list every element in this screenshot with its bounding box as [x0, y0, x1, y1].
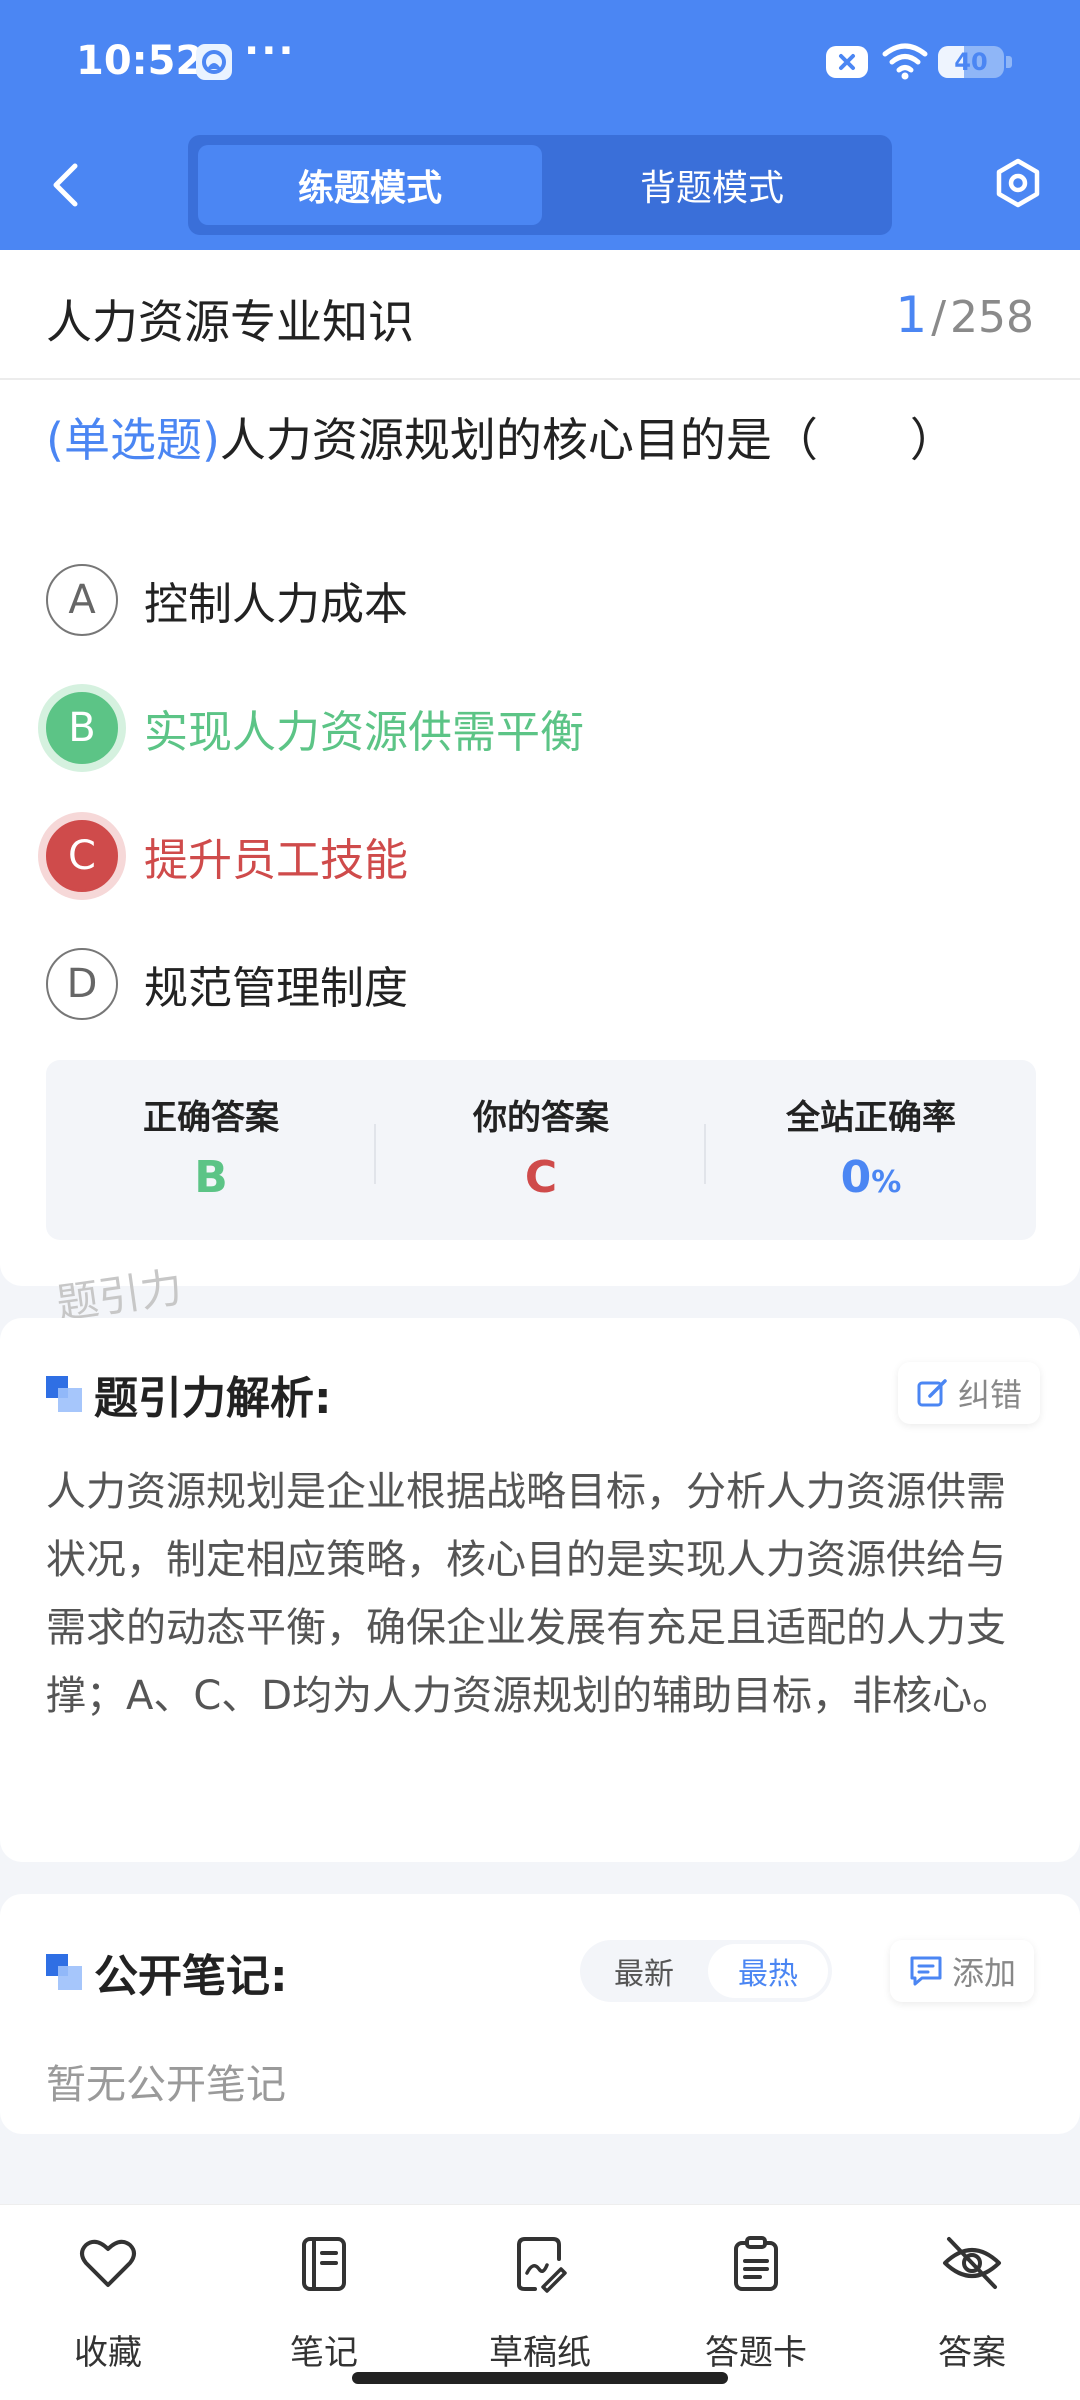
status-bar: 10:52 ··· 40	[0, 0, 1080, 125]
site-accuracy-col: 全站正确率 0%	[706, 1060, 1036, 1240]
option-label: 规范管理制度	[144, 963, 408, 1014]
notes-sort-toggle: 最新 最热	[580, 1940, 832, 2002]
your-answer-value: C	[524, 1152, 558, 1203]
app-root: 10:52 ··· 40 练题模式 背题模式 人力资源专业知识 1/258 (单…	[0, 0, 1080, 2400]
option-letter: B	[46, 692, 118, 764]
analysis-card: 题引力解析: 纠错 人力资源规划是企业根据战略目标，分析人力资源供需状况，制定相…	[0, 1318, 1080, 1862]
site-accuracy-value: 0%	[706, 1152, 1036, 1203]
home-indicator[interactable]	[352, 2372, 728, 2384]
heart-icon	[80, 2239, 136, 2287]
battery-level: 40	[954, 48, 988, 76]
option-letter: C	[46, 820, 118, 892]
eye-off-icon	[943, 2237, 1001, 2289]
wifi-icon	[882, 42, 928, 84]
no-sim-icon	[826, 46, 868, 78]
top-header: 10:52 ··· 40 练题模式 背题模式	[0, 0, 1080, 250]
answer-summary: 正确答案 B 你的答案 C 全站正确率 0%	[46, 1060, 1036, 1240]
status-time: 10:52	[76, 38, 204, 84]
total-questions: 258	[950, 292, 1034, 343]
accuracy-unit: %	[871, 1165, 902, 1200]
your-answer-label: 你的答案	[473, 1098, 609, 1138]
draft-paper-button[interactable]: 草稿纸	[440, 2229, 640, 2373]
battery-tip	[1006, 56, 1012, 68]
accuracy-number: 0	[840, 1152, 872, 1203]
correct-answer-col: 正确答案 B	[46, 1060, 376, 1240]
draft-paper-label: 草稿纸	[489, 2333, 591, 2373]
mode-switch: 练题模式 背题模式	[188, 135, 892, 235]
answer-card-button[interactable]: 答题卡	[656, 2229, 856, 2373]
section-icon	[46, 1954, 82, 1990]
edit-icon	[917, 1379, 947, 1407]
subject-title: 人力资源专业知识	[46, 295, 414, 349]
option-letter: D	[46, 948, 118, 1020]
notebook-icon	[302, 2237, 346, 2291]
current-question-number: 1	[895, 286, 928, 344]
question-card: 人力资源专业知识 1/258 (单选题)人力资源规划的核心目的是（ ） A 控制…	[0, 250, 1080, 1286]
correct-answer-label: 正确答案	[143, 1098, 279, 1138]
option-letter: A	[46, 564, 118, 636]
tab-memorize-mode[interactable]: 背题模式	[540, 145, 884, 225]
tab-practice-mode[interactable]: 练题模式	[198, 145, 542, 225]
battery-icon: 40	[938, 46, 1004, 78]
sort-hot-button[interactable]: 最热	[708, 1944, 828, 1998]
empty-notes-text: 暂无公开笔记	[46, 2062, 286, 2108]
question-type: (单选题)	[46, 413, 220, 467]
question-stem: 人力资源规划的核心目的是（ ）	[219, 413, 956, 467]
note-label: 笔记	[290, 2333, 358, 2373]
clipboard-icon	[734, 2236, 778, 2291]
correct-answer-value: B	[194, 1152, 228, 1203]
favorite-label: 收藏	[74, 2333, 142, 2373]
question-progress: 1/258	[895, 286, 1034, 344]
progress-separator: /	[931, 292, 947, 343]
report-error-label: 纠错	[958, 1376, 1023, 1414]
comment-icon	[910, 1956, 942, 1986]
notes-title: 公开笔记:	[94, 1951, 288, 2002]
option-label: 提升员工技能	[144, 835, 408, 886]
answer-label: 答案	[938, 2333, 1006, 2373]
option-a[interactable]: A 控制人力成本	[46, 562, 946, 638]
option-label: 实现人力资源供需平衡	[144, 707, 584, 758]
settings-button[interactable]	[990, 155, 1046, 211]
more-notifications-icon: ···	[244, 28, 296, 74]
add-note-label: 添加	[952, 1954, 1017, 1992]
option-b[interactable]: B 实现人力资源供需平衡	[46, 690, 946, 766]
option-d[interactable]: D 规范管理制度	[46, 946, 946, 1022]
section-icon	[46, 1376, 82, 1412]
app-notification-icon	[196, 44, 232, 80]
site-accuracy-label: 全站正确率	[786, 1098, 956, 1138]
report-error-button[interactable]: 纠错	[898, 1362, 1041, 1424]
draft-paper-icon	[517, 2237, 567, 2293]
your-answer-col: 你的答案 C	[376, 1060, 706, 1240]
option-c[interactable]: C 提升员工技能	[46, 818, 946, 894]
settings-icon	[996, 158, 1040, 208]
note-button[interactable]: 笔记	[224, 2229, 424, 2373]
public-notes-card: 公开笔记: 最新 最热 添加 暂无公开笔记	[0, 1894, 1080, 2134]
answer-card-label: 答题卡	[705, 2333, 807, 2373]
sort-latest-button[interactable]: 最新	[584, 1944, 704, 1998]
chevron-left-icon	[53, 163, 78, 207]
question-text: (单选题)人力资源规划的核心目的是（ ）	[46, 408, 1046, 472]
answer-button[interactable]: 答案	[872, 2229, 1072, 2373]
analysis-title: 题引力解析:	[94, 1373, 332, 1424]
favorite-button[interactable]: 收藏	[8, 2229, 208, 2373]
subject-row: 人力资源专业知识 1/258	[0, 250, 1080, 380]
bottom-toolbar: 收藏 笔记 草稿纸 答题卡 答案	[0, 2204, 1080, 2400]
back-button[interactable]	[40, 155, 90, 215]
analysis-text: 人力资源规划是企业根据战略目标，分析人力资源供需状况，制定相应策略，核心目的是实…	[46, 1469, 1013, 1719]
option-label: 控制人力成本	[144, 579, 408, 630]
add-note-button[interactable]: 添加	[890, 1940, 1035, 2002]
